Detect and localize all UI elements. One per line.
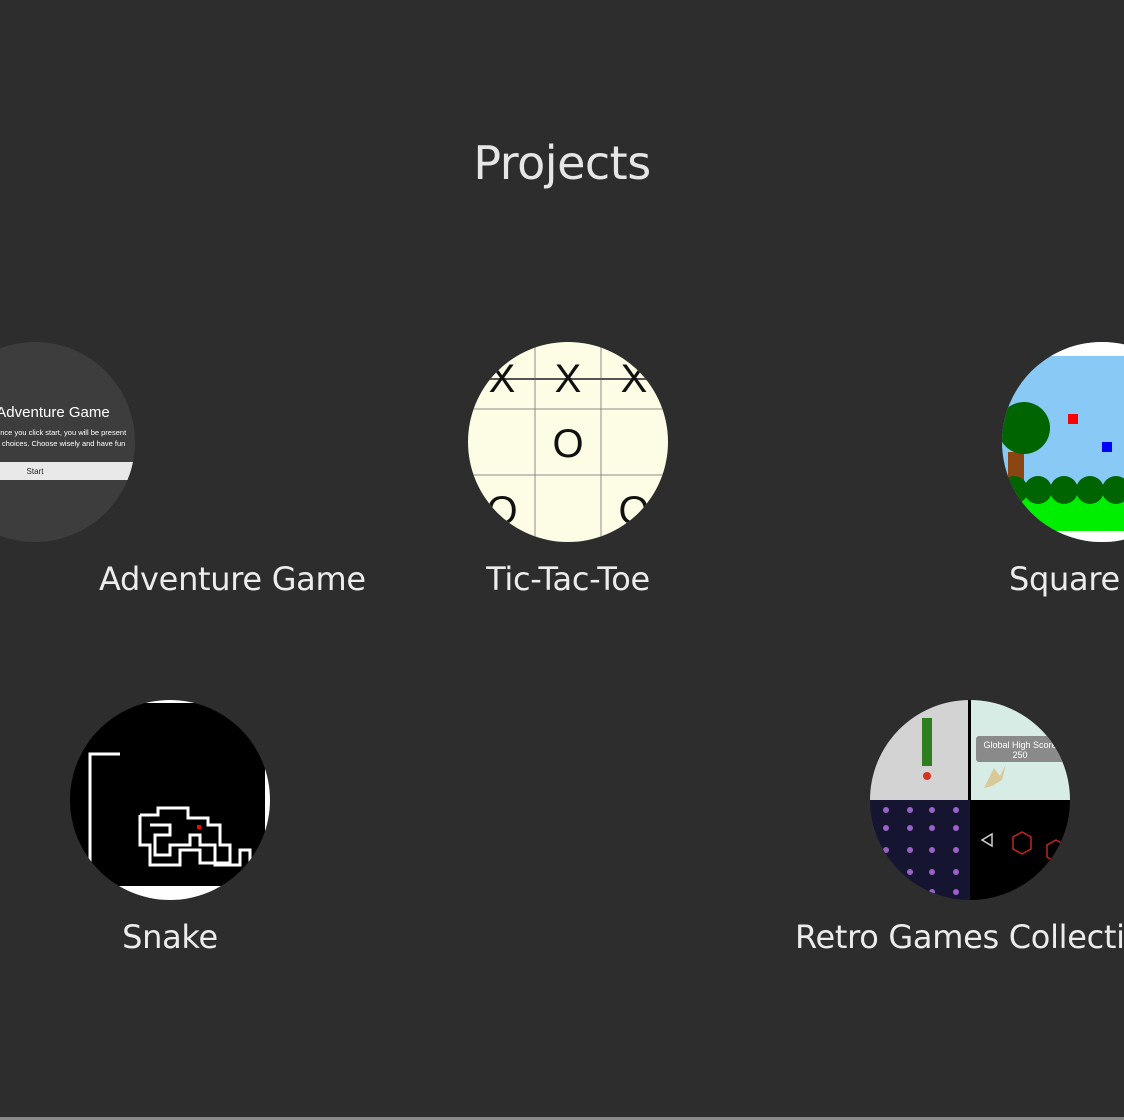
project-tic-tac-toe[interactable]: X X X O O O Tic-Tac-Toe — [468, 342, 668, 598]
project-adventure-game[interactable]: Adventure Game me! Once you click start,… — [0, 342, 366, 598]
adventure-thumb-start-button — [0, 462, 135, 480]
project-snake[interactable]: Snake — [70, 700, 270, 956]
apple-icon — [923, 772, 931, 780]
ttt-cell-2: X — [555, 357, 582, 401]
adventure-thumb-heading: Adventure Game — [0, 404, 110, 421]
square-thumbnail[interactable] — [1002, 342, 1124, 542]
projects-page: Projects Adventure Game me! Once you cli… — [0, 0, 1124, 1120]
project-label-retro-games-collection[interactable]: Retro Games Collection — [795, 918, 1124, 956]
blue-square — [1102, 442, 1112, 452]
adventure-thumb-line1: me! Once you click start, you will be pr… — [0, 428, 127, 437]
ttt-cell-3: X — [621, 357, 648, 401]
project-label-snake[interactable]: Snake — [122, 918, 218, 956]
ttt-cell-5: O — [552, 422, 583, 466]
adventure-thumb-line2: 2 or 3 choices. Choose wisely and have f… — [0, 439, 125, 448]
snake-preview — [70, 700, 270, 900]
square-preview — [1002, 342, 1124, 542]
retro-thumb-score-title: Global High Score — [983, 740, 1056, 750]
ttt-cell-9: O — [618, 489, 649, 533]
ttt-cell-1: X — [489, 357, 516, 401]
snake-food — [197, 825, 201, 829]
retro-thumb-score-value: 250 — [1012, 750, 1027, 760]
red-square — [1068, 414, 1078, 424]
tic-tac-toe-preview: X X X O O O — [468, 342, 668, 542]
snake-thumbnail[interactable] — [70, 700, 270, 900]
project-label-square[interactable]: Square — [1009, 560, 1120, 598]
project-label-adventure-game[interactable]: Adventure Game — [99, 560, 366, 598]
retro-games-thumbnail[interactable]: Global High Score 250 — [870, 700, 1070, 900]
adventure-game-preview: Adventure Game me! Once you click start,… — [0, 342, 135, 542]
tic-tac-toe-thumbnail[interactable]: X X X O O O — [468, 342, 668, 542]
page-title: Projects — [473, 136, 651, 190]
retro-games-preview: Global High Score 250 — [870, 700, 1070, 900]
project-retro-games-collection[interactable]: Global High Score 250 Retro Games Collec… — [795, 700, 1124, 956]
project-label-tic-tac-toe[interactable]: Tic-Tac-Toe — [486, 560, 650, 598]
project-square[interactable]: Square — [1002, 342, 1124, 598]
adventure-thumb-start-label: Start — [27, 467, 45, 476]
ttt-cell-7: O — [486, 489, 517, 533]
adventure-game-thumbnail[interactable]: Adventure Game me! Once you click start,… — [0, 342, 135, 542]
